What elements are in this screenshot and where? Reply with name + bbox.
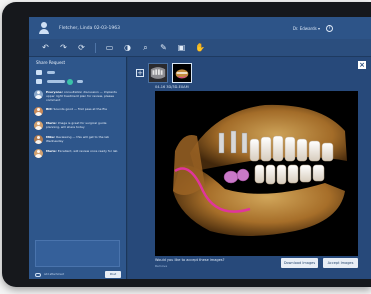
people-icon[interactable] [36, 79, 42, 84]
attachment-link[interactable]: Add attachment [44, 273, 64, 276]
chat-list: Everyone: consultation discussion — Impl… [29, 90, 126, 158]
title-bar: Fletcher, Linda 02-03-1963 Dr. Edwards ▾… [29, 17, 371, 39]
close-icon[interactable]: × [358, 61, 366, 69]
avatar-icon [34, 107, 43, 116]
chat-text: Marie: Image is great for surgical guide… [46, 121, 121, 129]
share-slider[interactable] [47, 80, 65, 83]
image-main: + × 04-16 3D/3D-EXAM Would you like to a… [128, 57, 371, 279]
chat-text: Bill: Sounds good — first pass at the fi… [46, 107, 107, 111]
chat-author: Bill: [46, 107, 53, 111]
chat-message: Bill: Sounds good — first pass at the fi… [29, 107, 126, 116]
chat-message: Marie: Image is great for surgical guide… [29, 121, 126, 130]
sidebar-footer: Add attachment Post [35, 271, 121, 278]
annotate-icon[interactable]: ✎ [159, 43, 168, 52]
avatar-icon [34, 90, 43, 99]
chat-body: Reviewing — this will get to the lab Wed… [46, 135, 110, 143]
share-controls [29, 68, 126, 90]
chat-text: Marie: Excellent, will review once ready… [46, 149, 117, 153]
thumbnail-panoramic[interactable] [148, 63, 168, 83]
tablet-frame: Fletcher, Linda 02-03-1963 Dr. Edwards ▾… [2, 2, 371, 287]
download-images-button[interactable]: Download Images [281, 258, 318, 268]
user-icon[interactable] [37, 21, 51, 35]
image-icon[interactable]: ▣ [177, 43, 186, 52]
thumbnail-3d[interactable] [172, 63, 192, 83]
ruler-icon[interactable]: ▭ [105, 43, 114, 52]
reply-input[interactable] [35, 240, 120, 267]
toolbar: ↶ ↷ ⟳ ▭ ◑ ⌕ ✎ ▣ ✋ [29, 39, 371, 57]
help-icon[interactable]: ? [326, 24, 333, 32]
chat-body: Sounds good — first pass at the file [53, 107, 107, 111]
patient-name: Fletcher, Linda 02-03-1963 [59, 25, 120, 31]
image-label: 04-16 3D/3D-EXAM [155, 85, 189, 89]
thumbnail-strip: + [136, 62, 192, 84]
status-indicator [67, 79, 73, 85]
chat-author: Marie: [46, 149, 57, 153]
doctor-dropdown[interactable]: Dr. Edwards ▾ [293, 26, 320, 31]
avatar-icon [34, 149, 43, 158]
redo-icon[interactable]: ↷ [59, 43, 68, 52]
avatar-icon [34, 135, 43, 144]
refresh-icon[interactable]: ⟳ [77, 43, 86, 52]
chat-text: Mike: Reviewing — this will get to the l… [46, 135, 121, 143]
remove-link[interactable]: Remove [155, 264, 167, 268]
chat-text: Everyone: consultation discussion — Impl… [46, 90, 121, 102]
accept-question: Would you like to accept these images? [155, 258, 225, 262]
chat-message: Marie: Excellent, will review once ready… [29, 149, 126, 158]
share-sidebar: Share Request Everyone: consultation dis… [29, 57, 127, 279]
app-screen: Fletcher, Linda 02-03-1963 Dr. Edwards ▾… [29, 17, 371, 279]
zoom-icon[interactable]: ⌕ [141, 43, 150, 52]
chat-body: Excellent, will review once ready for la… [57, 149, 118, 153]
share-title: Share Request [36, 60, 66, 65]
jaw-render [155, 91, 358, 256]
title-right-tools: Dr. Edwards ▾ ? [293, 24, 333, 32]
3d-jaw-viewer[interactable] [155, 91, 358, 256]
camera-icon[interactable] [36, 70, 42, 75]
share-toggle[interactable] [47, 71, 55, 74]
contrast-icon[interactable]: ◑ [123, 43, 132, 52]
share-option[interactable] [77, 80, 83, 83]
avatar-icon [34, 121, 43, 130]
post-button[interactable]: Post [105, 271, 121, 278]
chat-message: Mike: Reviewing — this will get to the l… [29, 135, 126, 144]
attachment-icon[interactable] [35, 272, 41, 277]
accept-images-button[interactable]: Accept Images [323, 258, 358, 268]
add-image-button[interactable]: + [136, 69, 144, 77]
implant-posts [218, 130, 248, 154]
hand-icon[interactable]: ✋ [195, 43, 205, 52]
undo-icon[interactable]: ↶ [41, 43, 50, 52]
chat-message: Everyone: consultation discussion — Impl… [29, 90, 126, 102]
toolbar-divider [95, 42, 96, 53]
